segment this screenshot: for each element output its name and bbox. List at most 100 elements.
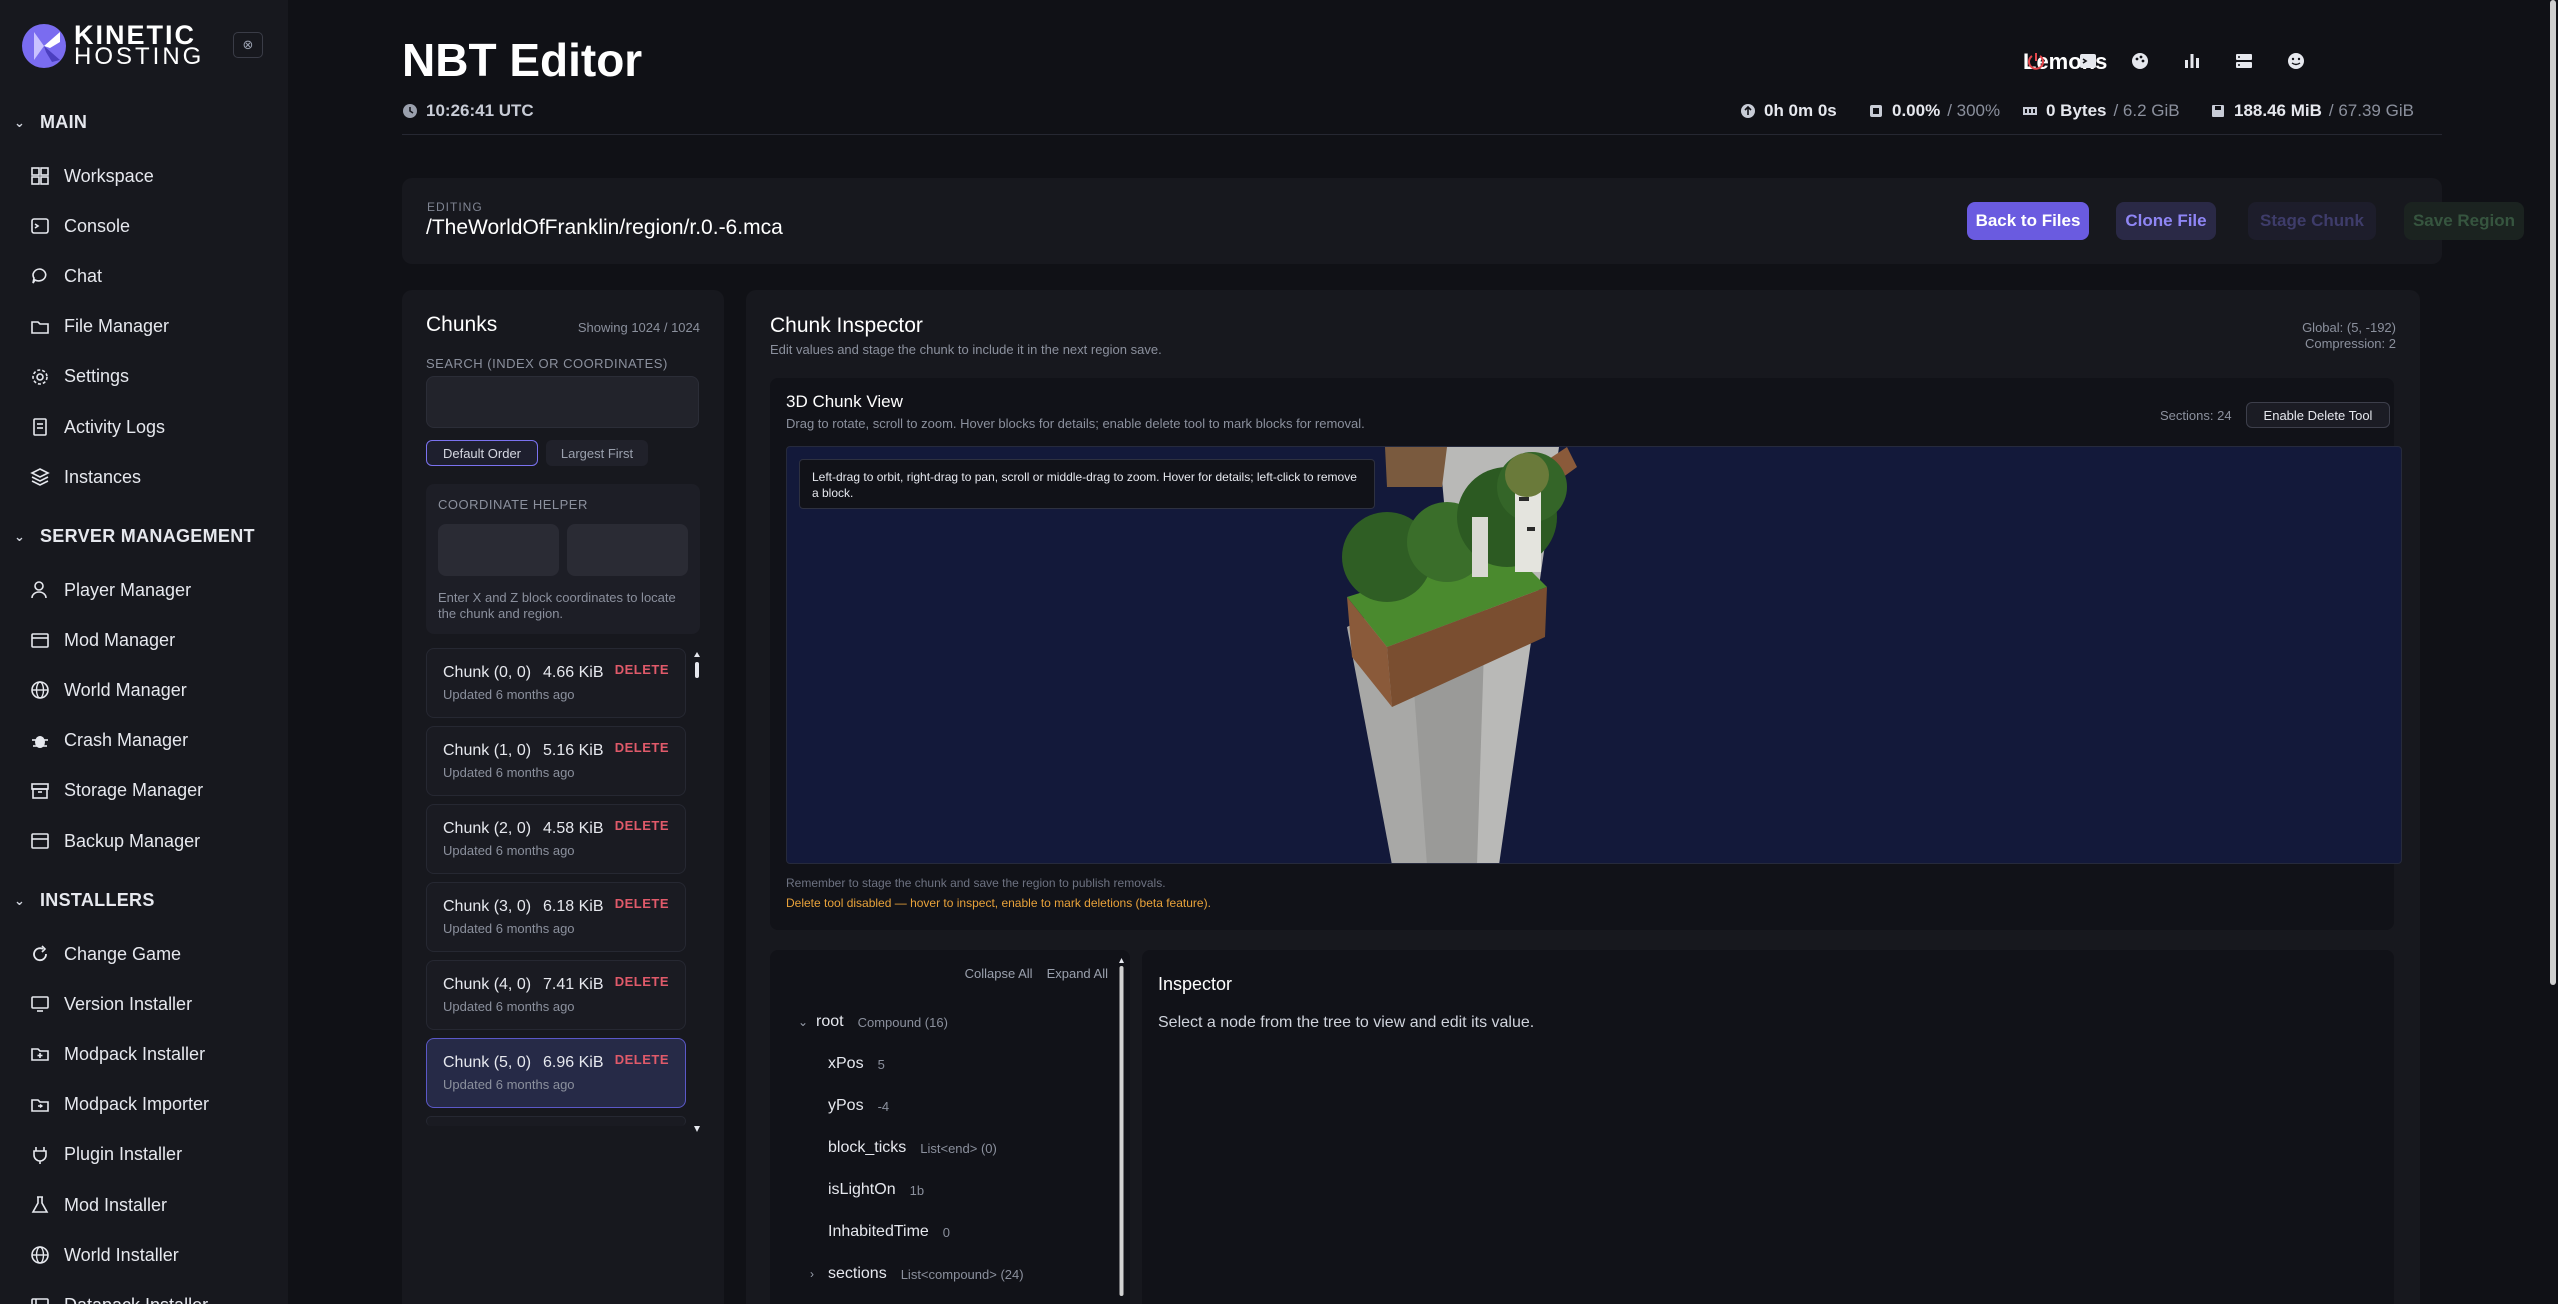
tree-node-ypos[interactable]: yPos -4 (810, 1094, 889, 1118)
default-order-button[interactable]: Default Order (426, 440, 538, 466)
enable-delete-tool-button[interactable]: Enable Delete Tool (2246, 402, 2390, 428)
stage-chunk-button[interactable]: Stage Chunk (2248, 202, 2376, 240)
import-icon (31, 1098, 49, 1112)
chevron-down-icon[interactable]: ⌄ (798, 1015, 816, 1029)
sidebar-item-activity-logs[interactable]: Activity Logs (30, 407, 165, 447)
chunk-size: 7.41 KiB (543, 976, 604, 993)
editing-bar: EDITING /TheWorldOfFranklin/region/r.0.-… (402, 178, 2524, 264)
tree-node-key: block_ticks (828, 1139, 907, 1156)
nav-section-label: SERVER MANAGEMENT (40, 526, 255, 546)
nav-section-main[interactable]: ⌄ MAIN (14, 112, 87, 133)
chunk-item[interactable] (426, 1116, 686, 1126)
nav-section-server-management[interactable]: ⌄ SERVER MANAGEMENT (14, 526, 255, 547)
tree-node-inhabitedtime[interactable]: InhabitedTime 0 (810, 1220, 950, 1244)
tree-node-meta: 1b (909, 1182, 925, 1198)
chart-icon[interactable] (2180, 49, 2204, 73)
sidebar-item-instances[interactable]: Instances (30, 457, 141, 497)
delete-chunk-button[interactable]: DELETE (615, 1052, 669, 1067)
palette-icon[interactable] (2128, 49, 2152, 73)
chunk-item[interactable]: Chunk (2, 0) 4.58 KiB DELETE Updated 6 mont… (426, 804, 686, 874)
sidebar-item-world-manager[interactable]: World Manager (30, 670, 187, 710)
delete-chunk-button[interactable]: DELETE (615, 740, 669, 755)
sidebar-item-label: Modpack Importer (64, 1094, 210, 1115)
node-inspector: Inspector Select a node from the tree to… (1142, 950, 2394, 1304)
tree-node-meta: List<end> (0) (920, 1140, 997, 1156)
search-label: SEARCH (INDEX OR COORDINATES) (426, 356, 668, 371)
sidebar-item-label: Crash Manager (64, 730, 189, 751)
chunk-item[interactable]: Chunk (1, 0) 5.16 KiB DELETE Updated 6 mont… (426, 726, 686, 796)
chunk-item[interactable]: Chunk (0, 0) 4.66 KiB DELETE Updated 6 mont… (426, 648, 686, 718)
clone-file-button[interactable]: Clone File (2116, 202, 2216, 240)
3d-canvas[interactable]: Left-drag to orbit, right-drag to pan, s… (786, 446, 2402, 864)
terminal-icon[interactable] (2076, 49, 2100, 73)
tree-node-block-ticks[interactable]: block_ticks List<end> (0) (810, 1136, 997, 1160)
sidebar-item-file-manager[interactable]: File Manager (30, 307, 169, 347)
sidebar-item-storage-manager[interactable]: Storage Manager (30, 771, 203, 811)
coord-z-input[interactable] (567, 524, 688, 576)
nbt-tree: Collapse All Expand All ⌄ root Compound (1… (770, 950, 1130, 1304)
sidebar-item-backup-manager[interactable]: Backup Manager (30, 821, 200, 861)
sidebar-item-modpack-importer[interactable]: Modpack Importer (30, 1085, 209, 1125)
sidebar-item-label: Plugin Installer (64, 1144, 183, 1165)
globe-icon (31, 681, 49, 700)
sidebar-item-workspace[interactable]: Workspace (30, 156, 154, 196)
chunk-name: Chunk (3, 0) (443, 898, 532, 915)
memory-icon (2023, 107, 2037, 115)
logo[interactable]: KINETIC HOSTING (20, 22, 204, 70)
power-icon[interactable] (2024, 49, 2048, 73)
sidebar-item-label: Version Installer (64, 993, 193, 1014)
cpu-stat: 0.00% / 300% (1868, 101, 2000, 121)
nav-section-installers[interactable]: ⌄ INSTALLERS (14, 890, 155, 911)
sidebar-item-plugin-installer[interactable]: Plugin Installer (30, 1135, 182, 1175)
save-region-button[interactable]: Save Region (2404, 202, 2524, 240)
tree-node-xpos[interactable]: xPos 5 (810, 1052, 885, 1076)
page-scrollbar[interactable] (2550, 0, 2556, 985)
chevron-right-icon[interactable]: › (810, 1267, 828, 1281)
node-inspector-title: Inspector (1158, 974, 1233, 994)
expand-all-button[interactable]: Expand All (1047, 966, 1108, 981)
sidebar-collapse-button[interactable]: ⊗ (233, 32, 263, 58)
sections-count: Sections: 24 (2160, 408, 2232, 423)
sidebar-item-mod-manager[interactable]: Mod Manager (30, 620, 175, 660)
sidebar-item-chat[interactable]: Chat (30, 256, 102, 296)
coord-x-input[interactable] (438, 524, 559, 576)
chunk-name: Chunk (5, 0) (443, 1054, 532, 1071)
sidebar-item-label: Workspace (64, 165, 154, 186)
tree-node-islighton[interactable]: isLightOn 1b (810, 1178, 924, 1202)
tree-node-root[interactable]: ⌄ root Compound (16) (798, 1010, 948, 1034)
sidebar-item-world-installer[interactable]: World Installer (30, 1235, 179, 1275)
back-to-files-button[interactable]: Back to Files (1967, 202, 2089, 240)
chunk-list-scrollbar[interactable] (694, 652, 700, 1132)
sidebar-item-console[interactable]: Console (30, 206, 130, 246)
cpu-max: / 300% (1947, 101, 2001, 120)
chunk-item[interactable]: Chunk (4, 0) 7.41 KiB DELETE Updated 6 mont… (426, 960, 686, 1030)
bug-icon (32, 735, 48, 748)
delete-chunk-button[interactable]: DELETE (615, 662, 669, 677)
sidebar-item-mod-installer[interactable]: Mod Installer (30, 1185, 167, 1225)
delete-chunk-button[interactable]: DELETE (615, 818, 669, 833)
sidebar-item-datapack-installer[interactable]: Datapack Installer (30, 1285, 208, 1304)
sidebar-item-modpack-installer[interactable]: Modpack Installer (30, 1034, 205, 1074)
sidebar-item-player-manager[interactable]: Player Manager (30, 570, 191, 610)
largest-first-button[interactable]: Largest First (546, 440, 648, 466)
delete-chunk-button[interactable]: DELETE (615, 974, 669, 989)
sidebar-item-change-game[interactable]: Change Game (30, 934, 181, 974)
sidebar-item-label: File Manager (64, 316, 170, 337)
header-divider (402, 134, 2442, 135)
editing-label: EDITING (427, 200, 483, 214)
chunk-item[interactable]: Chunk (5, 0) 6.96 KiB DELETE Updated 6 mont… (426, 1038, 686, 1108)
server-icon[interactable] (2232, 49, 2256, 73)
face-icon[interactable] (2284, 49, 2308, 73)
delete-chunk-button[interactable]: DELETE (615, 896, 669, 911)
tree-node-sections[interactable]: › sections List<compound> (24) (810, 1262, 1024, 1286)
chunk-name: Chunk (2, 0) (443, 820, 532, 837)
tree-node-meta: List<compound> (24) (900, 1266, 1024, 1282)
sidebar-item-crash-manager[interactable]: Crash Manager (30, 721, 188, 761)
chunk-item[interactable]: Chunk (3, 0) 6.18 KiB DELETE Updated 6 mont… (426, 882, 686, 952)
sidebar-item-version-installer[interactable]: Version Installer (30, 984, 192, 1024)
chunk-search-input[interactable] (426, 376, 699, 428)
sidebar-item-settings[interactable]: Settings (30, 357, 129, 397)
collapse-all-button[interactable]: Collapse All (965, 966, 1033, 981)
clock-icon (403, 104, 417, 118)
tree-scrollbar[interactable] (1119, 958, 1124, 1304)
